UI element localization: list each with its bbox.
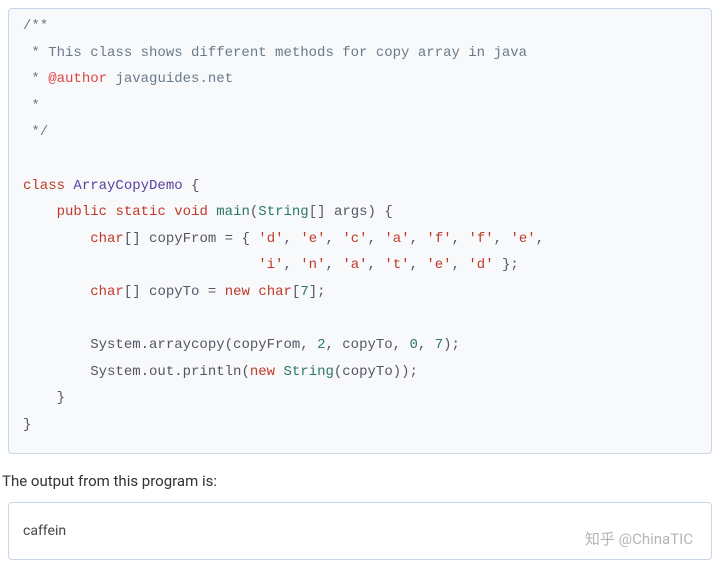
var-copyfrom: copyFrom [149,231,216,247]
code-block: /** * This class shows different methods… [8,8,712,454]
type-char: char [258,284,292,300]
sys-println: System.out.println( [90,364,250,380]
output-text: caffein [23,523,66,539]
char-literal: 't' [384,257,409,273]
brackets: [] [124,231,149,247]
keyword-new: new [225,284,250,300]
semicolon: ; [317,284,325,300]
char-literal: 'i' [258,257,283,273]
number-literal: 0 [409,337,417,353]
char-literal: 'e' [510,231,535,247]
equals: = [199,284,224,300]
comma: , [283,257,300,273]
output-block: caffein 知乎 @ChinaTIC [8,502,712,560]
type-string: String [258,204,308,220]
char-literal: 'a' [384,231,409,247]
indent [23,364,90,380]
class-name: ArrayCopyDemo [73,178,182,194]
keyword-static: static [115,204,165,220]
type-string: String [283,364,333,380]
paren-brace: ) { [368,204,393,220]
indent [23,204,57,220]
indent [23,337,90,353]
sys-call: System.arraycopy(copyFrom, [90,337,317,353]
brace: { [183,178,200,194]
comma-sep: , copyTo, [325,337,409,353]
keyword-new: new [250,364,275,380]
comma: , [410,231,427,247]
char-literal: 'e' [426,257,451,273]
comment-line: * [23,71,48,87]
output-description: The output from this program is: [2,472,718,490]
brace-close: } [57,390,65,406]
comma: , [452,257,469,273]
comma: , [326,231,343,247]
equals: = [216,231,241,247]
number-literal: 7 [300,284,308,300]
char-literal: 'c' [342,231,367,247]
brackets: [] [309,204,334,220]
comma: , [410,257,427,273]
comma: , [326,257,343,273]
var-copyto: copyTo [149,284,199,300]
javadoc-author-tag: @author [48,71,107,87]
indent [23,390,57,406]
comma: , [494,231,511,247]
comment-line: /** [23,18,48,34]
char-literal: 'n' [300,257,325,273]
char-literal: 'a' [342,257,367,273]
type-char: char [90,231,124,247]
indent [23,284,90,300]
array-open: { [241,231,258,247]
comma: , [536,231,544,247]
comma: , [368,231,385,247]
end-paren: ); [443,337,460,353]
type-char: char [90,284,124,300]
comment-line: * This class shows different methods for… [23,45,527,61]
indent [23,257,258,273]
comment-line: * [23,98,40,114]
comma: , [284,231,301,247]
comment-text: javaguides.net [107,71,233,87]
comma-sep: , [418,337,435,353]
char-literal: 'd' [468,257,493,273]
bracket-close: ] [309,284,317,300]
brace-close: } [23,417,31,433]
comment-line: */ [23,124,48,140]
char-literal: 'd' [258,231,283,247]
comma: , [452,231,469,247]
indent [23,231,90,247]
brackets: [] [124,284,149,300]
ctor-args: (copyTo)); [334,364,418,380]
char-literal: 'f' [468,231,493,247]
number-literal: 7 [435,337,443,353]
array-close: }; [494,257,519,273]
keyword-void: void [174,204,208,220]
method-main: main [216,204,250,220]
char-literal: 'f' [426,231,451,247]
keyword-class: class [23,178,65,194]
comma: , [368,257,385,273]
param-args: args [334,204,368,220]
char-literal: 'e' [300,231,325,247]
watermark: 知乎 @ChinaTIC [585,528,693,549]
keyword-public: public [57,204,107,220]
